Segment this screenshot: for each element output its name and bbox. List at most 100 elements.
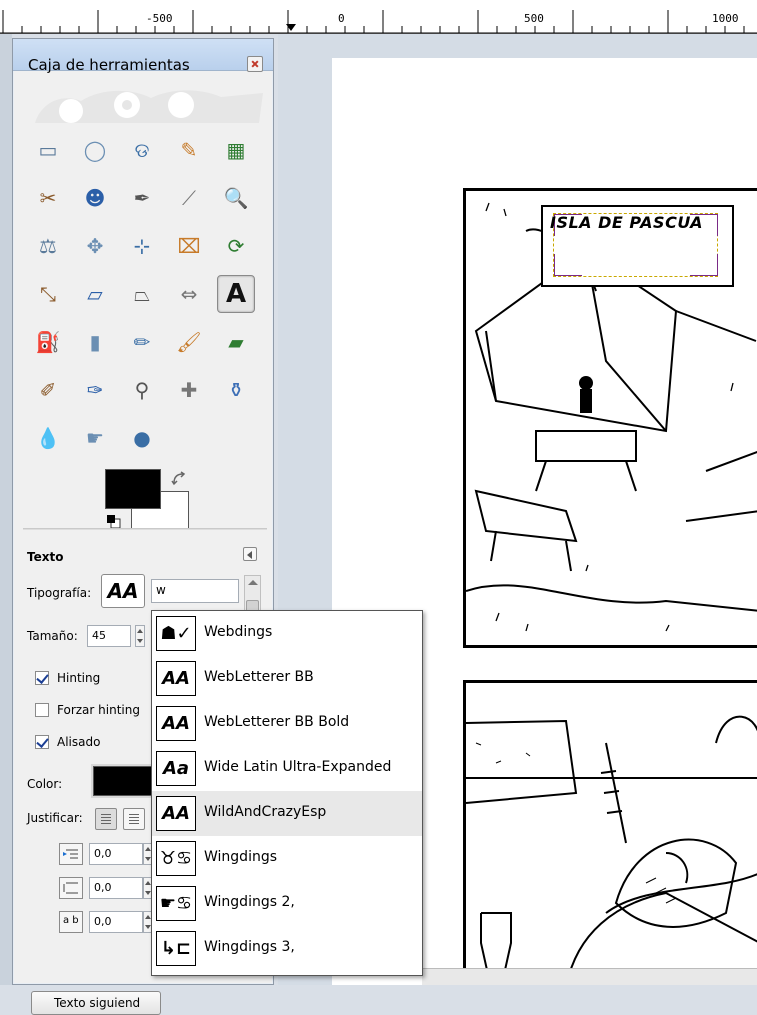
default-colors-icon[interactable] bbox=[107, 515, 121, 529]
perspective-clone-icon[interactable]: ⚱ bbox=[217, 371, 255, 409]
line-spacing-input[interactable]: 0,0 bbox=[89, 877, 143, 899]
scissors-select-icon-glyph: ✂ bbox=[39, 186, 57, 210]
hinting-checkbox[interactable] bbox=[35, 671, 49, 685]
font-option-label: WebLetterer BB Bold bbox=[204, 714, 350, 730]
dodge-burn-icon-glyph: ● bbox=[133, 426, 151, 450]
color-label: Color: bbox=[27, 777, 63, 791]
measure-icon[interactable]: ⚖ bbox=[29, 227, 67, 265]
ellipse-select-icon-glyph: ◯ bbox=[83, 138, 107, 162]
bucket-fill-icon[interactable]: ⛽ bbox=[29, 323, 67, 361]
flip-icon[interactable]: ⇔ bbox=[170, 275, 208, 313]
ruler-label: 0 bbox=[338, 12, 345, 25]
font-option[interactable]: AA WildAndCrazyEsp bbox=[152, 791, 422, 836]
collapse-options-button[interactable] bbox=[243, 547, 257, 561]
crop-icon[interactable]: ⌧ bbox=[170, 227, 208, 265]
perspective-clone-icon-glyph: ⚱ bbox=[227, 378, 245, 402]
font-preview-button[interactable]: AA bbox=[101, 574, 145, 608]
font-option-label: Wingdings bbox=[204, 849, 278, 865]
blend-icon-glyph: ▮ bbox=[89, 330, 101, 354]
antialias-label: Alisado bbox=[57, 735, 101, 749]
airbrush-icon[interactable]: ✐ bbox=[29, 371, 67, 409]
ink-icon[interactable]: ✑ bbox=[76, 371, 114, 409]
font-option[interactable]: ☛♋ Wingdings 2, bbox=[152, 881, 422, 926]
font-input[interactable]: w bbox=[151, 579, 239, 603]
hinting-label: Hinting bbox=[57, 671, 101, 685]
font-option[interactable]: AA WebLetterer BB bbox=[152, 656, 422, 701]
justify-label: Justificar: bbox=[27, 811, 83, 825]
horizontal-ruler[interactable]: -500 0 500 1000 bbox=[0, 0, 757, 34]
shear-icon[interactable]: ▱ bbox=[76, 275, 114, 313]
font-option-label: Webdings bbox=[204, 624, 273, 640]
font-preview-thumb: AA bbox=[156, 706, 196, 741]
rect-select-icon-glyph: ▭ bbox=[38, 138, 58, 162]
justify-right-button[interactable] bbox=[123, 808, 145, 830]
scissors-select-icon[interactable]: ✂ bbox=[29, 179, 67, 217]
alignment-icon[interactable]: ⊹ bbox=[123, 227, 161, 265]
heal-icon[interactable]: ✚ bbox=[170, 371, 208, 409]
horizontal-scrollbar[interactable] bbox=[422, 968, 757, 985]
perspective-icon[interactable]: ⏢ bbox=[123, 275, 161, 313]
blur-icon[interactable]: 💧 bbox=[29, 419, 67, 457]
text-color-button[interactable] bbox=[93, 766, 153, 796]
pencil-icon-glyph: ✏ bbox=[133, 330, 151, 354]
font-preview-thumb: ☛♋ bbox=[156, 886, 196, 921]
antialias-checkbox[interactable] bbox=[35, 735, 49, 749]
ruler-position-marker bbox=[286, 24, 296, 31]
smudge-icon[interactable]: ☛ bbox=[76, 419, 114, 457]
fuzzy-select-icon[interactable]: ✎ bbox=[170, 131, 208, 169]
zoom-icon[interactable]: 🔍 bbox=[217, 179, 255, 217]
free-select-icon[interactable]: ଡ bbox=[123, 131, 161, 169]
foreground-select-icon[interactable]: ☻ bbox=[76, 179, 114, 217]
font-option[interactable]: ↳⊏ Wingdings 3, bbox=[152, 926, 422, 971]
color-select-icon[interactable]: ▦ bbox=[217, 131, 255, 169]
wilber-logo bbox=[35, 90, 263, 123]
perspective-icon-glyph: ⏢ bbox=[134, 282, 150, 306]
ellipse-select-icon[interactable]: ◯ bbox=[76, 131, 114, 169]
force-hinting-checkbox[interactable] bbox=[35, 703, 49, 717]
pencil-icon[interactable]: ✏ bbox=[123, 323, 161, 361]
scale-icon[interactable]: ⤡ bbox=[29, 275, 67, 313]
eraser-icon[interactable]: ▰ bbox=[217, 323, 255, 361]
text-box-handle[interactable] bbox=[690, 254, 718, 276]
text-box-handle[interactable] bbox=[554, 254, 582, 276]
font-option[interactable]: ☗✓ Webdings bbox=[152, 611, 422, 656]
text-icon[interactable]: A bbox=[217, 275, 255, 313]
text-along-path-button[interactable]: Texto siguiend bbox=[31, 991, 161, 1015]
font-preview-thumb: Aa bbox=[156, 751, 196, 786]
paintbrush-icon[interactable]: 🖌 bbox=[170, 323, 208, 361]
blur-icon-glyph: 💧 bbox=[35, 426, 61, 450]
rotate-icon[interactable]: ⟳ bbox=[217, 227, 255, 265]
move-icon[interactable]: ✥ bbox=[76, 227, 114, 265]
size-input[interactable]: 45 bbox=[87, 625, 131, 647]
letter-spacing-input[interactable]: 0,0 bbox=[89, 911, 143, 933]
canvas-left-edge bbox=[0, 34, 12, 985]
dodge-burn-icon[interactable]: ● bbox=[123, 419, 161, 457]
rect-select-icon[interactable]: ▭ bbox=[29, 131, 67, 169]
paths-icon-glyph: ✒ bbox=[133, 186, 151, 210]
options-divider bbox=[23, 528, 267, 530]
size-spin-arrows[interactable] bbox=[135, 625, 145, 647]
paths-icon[interactable]: ✒ bbox=[123, 179, 161, 217]
toolbox-titlebar[interactable]: Caja de herramientas bbox=[13, 39, 273, 74]
indent-input[interactable]: 0,0 bbox=[89, 843, 143, 865]
font-option-label: WildAndCrazyEsp bbox=[204, 804, 327, 820]
font-preview-thumb: ☗✓ bbox=[156, 616, 196, 651]
comic-panel-2 bbox=[463, 680, 757, 985]
color-picker-icon[interactable]: ⟋ bbox=[170, 179, 208, 217]
eraser-icon-glyph: ▰ bbox=[228, 330, 244, 354]
font-preview-thumb: ♉♋ bbox=[156, 841, 196, 876]
foreground-color-swatch[interactable] bbox=[105, 469, 161, 509]
font-preview-thumb: ↳⊏ bbox=[156, 931, 196, 966]
font-option[interactable]: AA WebLetterer BB Bold bbox=[152, 701, 422, 746]
swap-colors-icon[interactable] bbox=[171, 471, 187, 487]
font-option[interactable]: Aa Wide Latin Ultra-Expanded bbox=[152, 746, 422, 791]
ink-icon-glyph: ✑ bbox=[86, 378, 104, 402]
font-dropdown[interactable]: ☗✓ Webdings AA WebLetterer BB AA WebLetterer … bbox=[151, 610, 423, 976]
font-option[interactable]: ♉♋ Wingdings bbox=[152, 836, 422, 881]
clone-icon[interactable]: ⚲ bbox=[123, 371, 161, 409]
blend-icon[interactable]: ▮ bbox=[76, 323, 114, 361]
sign-text: ISLA DE PASCUA bbox=[550, 213, 703, 232]
justify-left-button[interactable] bbox=[95, 808, 117, 830]
ruler-label: 1000 bbox=[712, 12, 739, 25]
close-icon[interactable] bbox=[247, 56, 263, 72]
